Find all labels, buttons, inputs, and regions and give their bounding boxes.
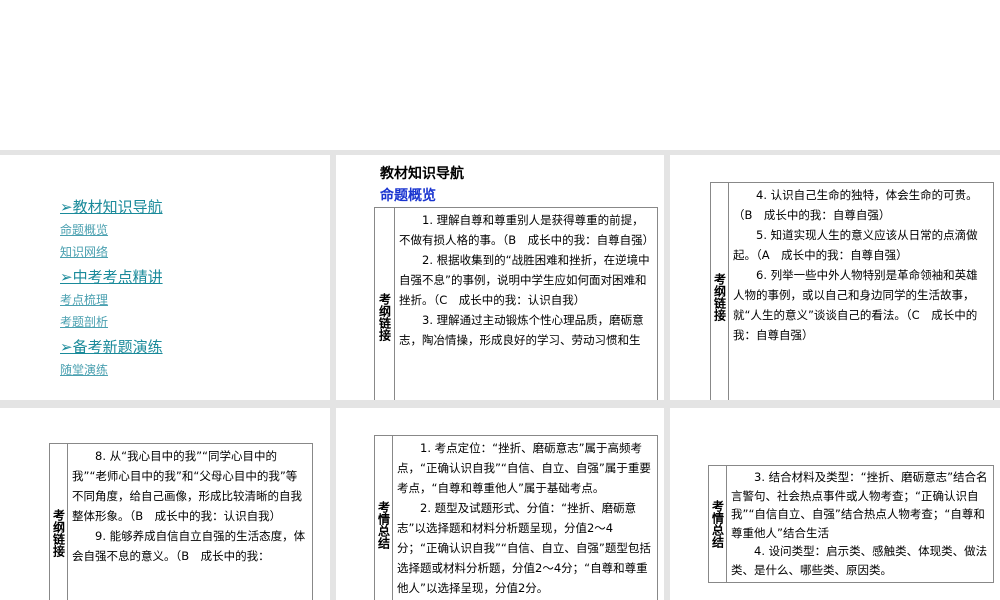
list-item: 8. 从“我心目中的我”“同学心目中的我”“老师心目中的我”和“父母心目中的我”… [72, 449, 302, 523]
list-item: 5. 知道实现人生的意义应该从日常的点滴做起。（A 成长中的我：自尊自强） [733, 228, 978, 262]
slide-5: 考情总结 1. 考点定位：“挫折、磨砺意志”属于高频考点，“正确认识自我”“自信… [336, 408, 664, 600]
slide-4: 考纲链接 8. 从“我心目中的我”“同学心目中的我”“老师心目中的我”和“父母心… [0, 408, 330, 600]
row-label: 考纲链接 [711, 183, 729, 400]
list-item: 4. 设问类型：启示类、感触类、体现类、做法类、是什么、哪些类、原因类。 [731, 544, 988, 577]
syllabus-table: 考纲链接 8. 从“我心目中的我”“同学心目中的我”“老师心目中的我”和“父母心… [49, 443, 313, 600]
table-content: 4. 认识自己生命的独特，体会生命的可贵。（B 成长中的我：自尊自强） 5. 知… [729, 183, 993, 400]
exam-summary-table: 考情总结 1. 考点定位：“挫折、磨砺意志”属于高频考点，“正确认识自我”“自信… [374, 435, 658, 600]
list-item: 3. 理解通过主动锻炼个性心理品质，磨砺意志，陶冶情操，形成良好的学习、劳动习惯… [399, 313, 644, 347]
row-label: 考纲链接 [50, 444, 68, 600]
table-content: 3. 结合材料及类型：“挫折、磨砺意志”结合名言警句、社会热点事件或人物考查；“… [727, 466, 993, 582]
nav-link-classroom[interactable]: 随堂演练 [60, 361, 108, 378]
slide-3: 考纲链接 4. 认识自己生命的独特，体会生命的可贵。（B 成长中的我：自尊自强）… [670, 155, 1000, 400]
table-content: 8. 从“我心目中的我”“同学心目中的我”“老师心目中的我”和“父母心目中的我”… [68, 444, 312, 600]
nav-link-network[interactable]: 知识网络 [60, 243, 108, 260]
slide-title: 教材知识导航 [380, 166, 464, 182]
nav-heading-textbook[interactable]: ➢教材知识导航 [60, 196, 163, 217]
list-item: 4. 认识自己生命的独特，体会生命的可贵。（B 成长中的我：自尊自强） [733, 188, 978, 222]
table-content: 1. 理解自尊和尊重别人是获得尊重的前提，不做有损人格的事。（B 成长中的我：自… [395, 208, 657, 400]
table-content: 1. 考点定位：“挫折、磨砺意志”属于高频考点，“正确认识自我”“自信、自立、自… [393, 436, 657, 600]
row-label: 考情总结 [709, 466, 727, 582]
list-item: 1. 理解自尊和尊重别人是获得尊重的前提，不做有损人格的事。（B 成长中的我：自… [399, 213, 655, 247]
nav-link-overview[interactable]: 命题概览 [60, 221, 108, 238]
nav-heading-exam-points[interactable]: ➢中考考点精讲 [60, 266, 163, 287]
slide-2: 教材知识导航 命题概览 考纲链接 1. 理解自尊和尊重别人是获得尊重的前提，不做… [336, 155, 664, 400]
row-label: 考纲链接 [375, 208, 395, 400]
list-item: 1. 考点定位：“挫折、磨砺意志”属于高频考点，“正确认识自我”“自信、自立、自… [397, 441, 651, 495]
exam-summary-table: 考情总结 3. 结合材料及类型：“挫折、磨砺意志”结合名言警句、社会热点事件或人… [708, 465, 994, 583]
list-item: 9. 能够养成自信自立自强的生活态度，体会自强不息的意义。（B 成长中的我： [72, 529, 306, 563]
slide-subtitle: 命题概览 [380, 188, 436, 204]
list-item: 3. 结合材料及类型：“挫折、磨砺意志”结合名言警句、社会热点事件或人物考查；“… [731, 470, 988, 540]
row-label: 考情总结 [375, 436, 393, 600]
slide-6: 考情总结 3. 结合材料及类型：“挫折、磨砺意志”结合名言警句、社会热点事件或人… [670, 408, 1000, 600]
nav-heading-practice[interactable]: ➢备考新题演练 [60, 336, 163, 357]
list-item: 2. 题型及试题形式、分值：“挫折、磨砺意志”以选择题和材料分析题呈现，分值2～… [397, 501, 651, 595]
list-item: 6. 列举一些中外人物特别是革命领袖和英雄人物的事例，或以自己和身边同学的生活故… [733, 268, 978, 342]
nav-link-review[interactable]: 考点梳理 [60, 291, 108, 308]
list-item: 2. 根据收集到的“战胜困难和挫折，在逆境中自强不息”的事例，说明中学生应如何面… [399, 253, 650, 307]
slide-1: ➢教材知识导航 命题概览 知识网络 ➢中考考点精讲 考点梳理 考题剖析 ➢备考新… [0, 155, 330, 400]
syllabus-table: 考纲链接 4. 认识自己生命的独特，体会生命的可贵。（B 成长中的我：自尊自强）… [710, 182, 994, 400]
nav-link-analysis[interactable]: 考题剖析 [60, 313, 108, 330]
syllabus-table: 考纲链接 1. 理解自尊和尊重别人是获得尊重的前提，不做有损人格的事。（B 成长… [374, 207, 658, 400]
